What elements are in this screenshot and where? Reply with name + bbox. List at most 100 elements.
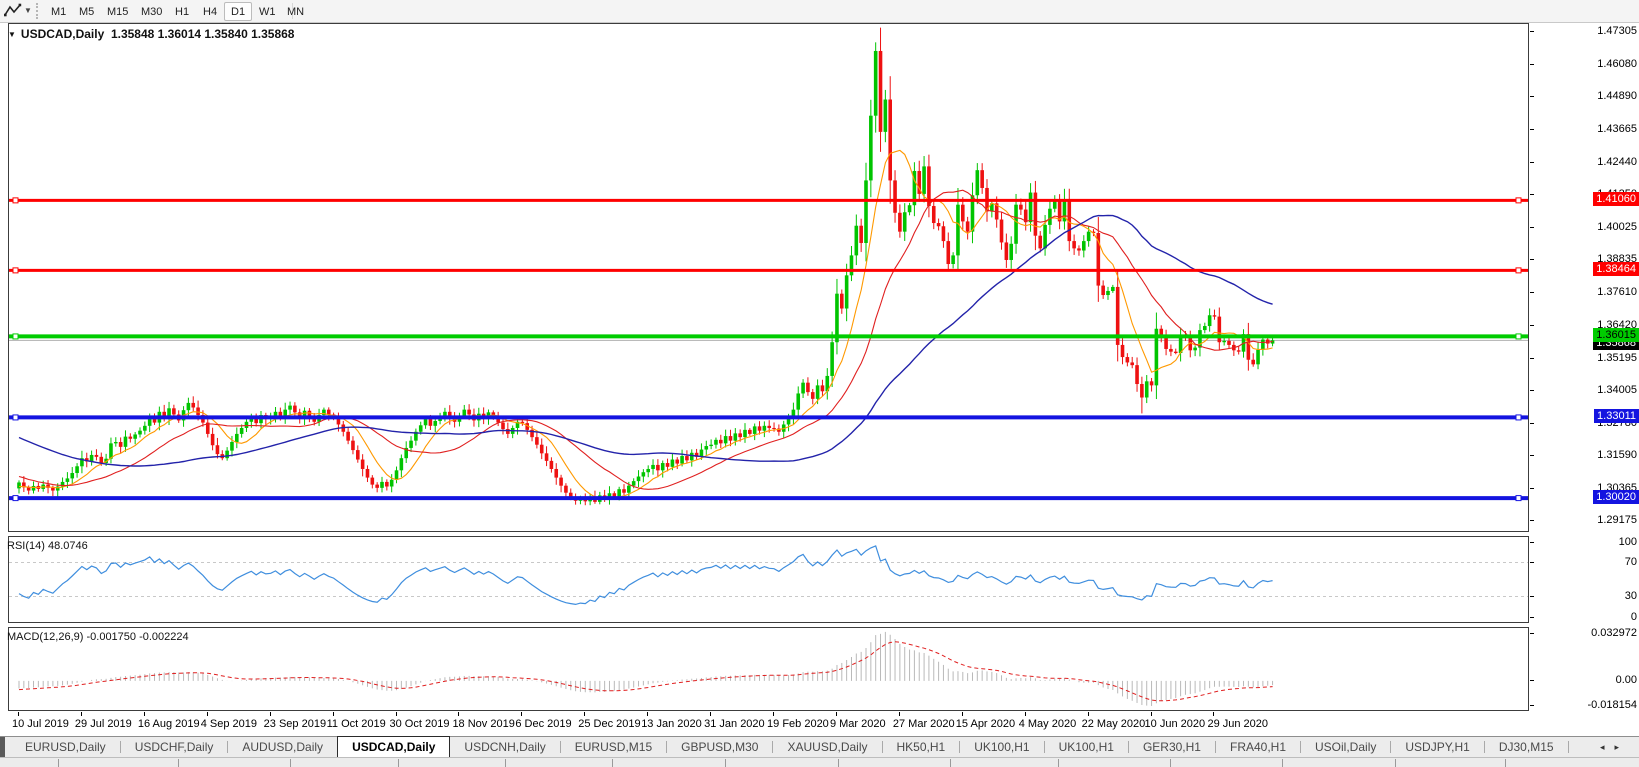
crosshair-tool-icon[interactable] bbox=[4, 3, 22, 19]
chart-tab-audusd-daily[interactable]: AUDUSD,Daily bbox=[228, 737, 337, 757]
time-axis-tick bbox=[835, 712, 837, 716]
timeframe-button-m5[interactable]: M5 bbox=[72, 2, 101, 21]
timeframe-button-w1[interactable]: W1 bbox=[252, 2, 283, 21]
axis-tick bbox=[1530, 679, 1534, 681]
axis-tick bbox=[1530, 292, 1534, 294]
chart-tab-uk100-h1[interactable]: UK100,H1 bbox=[1045, 737, 1128, 757]
timeframe-button-h1[interactable]: H1 bbox=[168, 2, 196, 21]
axis-tick bbox=[1530, 519, 1534, 521]
chart-tab-usdjpy-h1[interactable]: USDJPY,H1 bbox=[1391, 737, 1483, 757]
chart-tab-uk100-h1[interactable]: UK100,H1 bbox=[960, 737, 1043, 757]
axis-tick bbox=[1530, 227, 1534, 229]
rsi-chart bbox=[9, 545, 1528, 606]
time-axis-label: 15 Apr 2020 bbox=[955, 718, 1016, 730]
timeframe-button-m15[interactable]: M15 bbox=[100, 2, 135, 21]
chart-tab-usdcnh-daily[interactable]: USDCNH,Daily bbox=[450, 737, 559, 757]
timeframe-button-m30[interactable]: M30 bbox=[134, 2, 169, 21]
time-axis-tick bbox=[710, 712, 712, 716]
axis-tick bbox=[1530, 487, 1534, 489]
time-axis-tick bbox=[1087, 712, 1089, 716]
main-price-panel[interactable] bbox=[8, 23, 1529, 532]
status-bar bbox=[0, 757, 1639, 767]
axis-tick bbox=[1530, 389, 1534, 391]
rsi-tick-label: 100 bbox=[1618, 536, 1637, 548]
time-axis-tick bbox=[961, 712, 963, 716]
chart-tab-usdchf-daily[interactable]: USDCHF,Daily bbox=[121, 737, 228, 757]
tab-scroll-right-icon[interactable]: ▸ bbox=[1614, 742, 1629, 752]
status-separator bbox=[398, 759, 399, 767]
axis-tick bbox=[1530, 542, 1534, 543]
rsi-panel[interactable] bbox=[8, 536, 1529, 623]
time-axis-tick bbox=[80, 712, 82, 716]
time-axis-label: 6 Dec 2019 bbox=[515, 718, 572, 730]
time-axis-tick bbox=[18, 712, 19, 716]
price-tick-label: 1.42440 bbox=[1597, 156, 1637, 169]
timeframe-button-mn[interactable]: MN bbox=[280, 2, 311, 21]
time-axis-label: 4 Sep 2019 bbox=[200, 718, 258, 730]
status-separator bbox=[725, 759, 726, 767]
price-tick-label: 1.31590 bbox=[1597, 448, 1637, 461]
tab-scroll-left-icon[interactable]: ◂ bbox=[1600, 742, 1615, 752]
chart-tab-usdcad-daily[interactable]: USDCAD,Daily bbox=[337, 736, 451, 757]
price-axis[interactable]: 1.473051.460801.448901.436651.424401.412… bbox=[1529, 23, 1639, 712]
axis-tick bbox=[1530, 96, 1534, 98]
mt4-window: ▼ M1 M5 M15 M30 H1 H4 D1 W1 MN ▼ USDCAD,Daily 1.3… bbox=[0, 0, 1639, 767]
timeframe-button-d1[interactable]: D1 bbox=[224, 2, 253, 21]
axis-tick bbox=[1530, 617, 1534, 618]
time-axis-tick bbox=[521, 712, 523, 716]
rsi-tick-label: 0 bbox=[1630, 611, 1637, 623]
symbol-dropdown-icon[interactable]: ▼ bbox=[8, 30, 16, 39]
chart-ohlc-values: 1.35848 1.36014 1.35840 1.35868 bbox=[110, 27, 295, 41]
toolbar-grip[interactable] bbox=[36, 3, 39, 19]
time-axis-label: 4 May 2020 bbox=[1018, 718, 1077, 730]
time-axis-tick bbox=[584, 712, 586, 716]
axis-tick bbox=[1530, 259, 1534, 261]
axis-tick bbox=[1530, 357, 1534, 359]
status-separator bbox=[290, 759, 291, 767]
price-tick-label: 1.35195 bbox=[1597, 351, 1637, 364]
timeframe-button-h4[interactable]: H4 bbox=[196, 2, 224, 21]
time-axis-tick bbox=[647, 712, 649, 716]
time-axis-label: 19 Feb 2020 bbox=[767, 718, 829, 730]
time-axis-label: 9 Mar 2020 bbox=[829, 718, 886, 730]
time-axis-tick bbox=[1024, 712, 1026, 716]
macd-panel[interactable] bbox=[8, 627, 1529, 711]
chart-symbol-label: USDCAD,Daily bbox=[20, 27, 105, 41]
chart-tab-gbpusd-m30[interactable]: GBPUSD,M30 bbox=[667, 737, 772, 757]
macd-signal-line bbox=[18, 641, 1273, 702]
tool-dropdown-caret-icon[interactable]: ▼ bbox=[24, 6, 32, 15]
axis-tick bbox=[1530, 561, 1534, 563]
chart-tab-eurusd-m15[interactable]: EURUSD,M15 bbox=[561, 737, 666, 757]
candles-layer bbox=[17, 27, 1275, 506]
axis-tick bbox=[1530, 63, 1534, 65]
hline-price-label: 1.41060 bbox=[1593, 192, 1639, 207]
chart-tab-eurusd-daily[interactable]: EURUSD,Daily bbox=[11, 737, 120, 757]
price-tick-label: 1.46080 bbox=[1597, 57, 1637, 70]
chart-tab-xauusd-daily[interactable]: XAUUSD,Daily bbox=[773, 737, 881, 757]
ma-line-8 bbox=[18, 149, 1273, 500]
status-separator bbox=[1170, 759, 1171, 767]
axis-tick bbox=[1530, 194, 1534, 196]
status-separator bbox=[1395, 759, 1396, 767]
timeframe-button-m1[interactable]: M1 bbox=[44, 2, 73, 21]
tab-bar-edge bbox=[0, 737, 5, 757]
chart-tab-hk50-h1[interactable]: HK50,H1 bbox=[883, 737, 960, 757]
status-separator bbox=[178, 759, 179, 767]
chart-window: ▼ USDCAD,Daily 1.35848 1.36014 1.35840 1.… bbox=[0, 23, 1639, 736]
time-axis-label: 29 Jul 2019 bbox=[74, 718, 132, 730]
rsi-indicator-label: RSI(14) 48.0746 bbox=[7, 540, 88, 552]
axis-tick bbox=[1530, 454, 1534, 456]
chart-tab-usoil-daily[interactable]: USOil,Daily bbox=[1301, 737, 1390, 757]
chart-tab-fra40-h1[interactable]: FRA40,H1 bbox=[1216, 737, 1300, 757]
time-axis[interactable]: 10 Jul 2019 29 Jul 2019 16 Aug 2019 4 Sep 2… bbox=[8, 712, 1639, 736]
time-axis-label: 18 Nov 2019 bbox=[452, 718, 515, 730]
chart-tab-dj30-m15[interactable]: DJ30,M15 bbox=[1485, 737, 1568, 757]
axis-tick bbox=[1530, 30, 1534, 32]
status-separator bbox=[58, 759, 59, 767]
macd-tick-label: 0.032972 bbox=[1591, 627, 1637, 639]
rsi-tick-label: 70 bbox=[1624, 555, 1637, 568]
time-axis-label: 13 Jan 2020 bbox=[641, 718, 702, 730]
status-separator bbox=[838, 759, 839, 767]
time-axis-tick bbox=[269, 712, 271, 716]
chart-tab-ger30-h1[interactable]: GER30,H1 bbox=[1129, 737, 1215, 757]
